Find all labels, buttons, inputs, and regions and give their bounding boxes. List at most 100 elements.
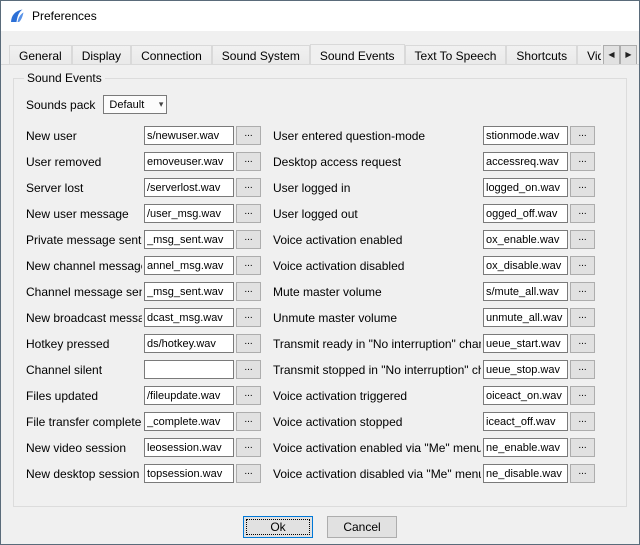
sound-event-label: New user message	[26, 207, 142, 221]
tab-connection[interactable]: Connection	[131, 45, 212, 64]
sound-file-input[interactable]	[483, 334, 568, 353]
sound-event-label: New user	[26, 129, 142, 143]
browse-button[interactable]: ...	[236, 412, 261, 431]
tab-sound-events[interactable]: Sound Events	[310, 44, 405, 65]
sound-event-label: Server lost	[26, 181, 142, 195]
sound-file-input[interactable]	[144, 178, 234, 197]
browse-button[interactable]: ...	[236, 386, 261, 405]
sound-event-label: File transfer complete	[26, 415, 142, 429]
tab-general[interactable]: General	[9, 45, 72, 64]
browse-button[interactable]: ...	[236, 438, 261, 457]
sound-file-input[interactable]	[483, 204, 568, 223]
window-title: Preferences	[32, 9, 97, 23]
sound-event-label: Voice activation stopped	[265, 415, 481, 429]
sound-file-input[interactable]	[483, 438, 568, 457]
titlebar: Preferences	[1, 1, 639, 31]
browse-button[interactable]: ...	[236, 334, 261, 353]
browse-button[interactable]: ...	[570, 386, 595, 405]
sound-file-input[interactable]	[483, 256, 568, 275]
tab-sound-system[interactable]: Sound System	[212, 45, 310, 64]
chevron-down-icon: ▾	[159, 99, 164, 110]
tab-bar: GeneralDisplayConnectionSound SystemSoun…	[1, 44, 639, 65]
sound-file-input[interactable]	[483, 126, 568, 145]
sound-event-label: Voice activation enabled	[265, 233, 481, 247]
dialog-footer: Ok Cancel	[1, 516, 639, 538]
sound-event-label: Private message sent	[26, 233, 142, 247]
sound-file-input[interactable]	[483, 308, 568, 327]
sound-file-input[interactable]	[483, 230, 568, 249]
browse-button[interactable]: ...	[570, 360, 595, 379]
sound-file-input[interactable]	[144, 308, 234, 327]
sound-event-label: User logged out	[265, 207, 481, 221]
sound-event-label: Channel silent	[26, 363, 142, 377]
sound-file-input[interactable]	[144, 282, 234, 301]
sound-file-input[interactable]	[144, 412, 234, 431]
sounds-pack-value: Default	[109, 99, 144, 111]
sound-event-label: Mute master volume	[265, 285, 481, 299]
sound-event-label: Transmit ready in "No interruption" chan…	[265, 337, 481, 351]
browse-button[interactable]: ...	[570, 256, 595, 275]
sound-file-input[interactable]	[483, 152, 568, 171]
browse-button[interactable]: ...	[570, 308, 595, 327]
ok-button[interactable]: Ok	[243, 516, 313, 538]
sound-event-label: Desktop access request	[265, 155, 481, 169]
sound-file-input[interactable]	[144, 126, 234, 145]
sound-event-label: Files updated	[26, 389, 142, 403]
tab-scroll-right-button[interactable]: ▶	[620, 45, 637, 65]
preferences-window: Preferences GeneralDisplayConnectionSoun…	[0, 0, 640, 545]
sounds-pack-row: Sounds pack Default ▾	[26, 95, 618, 114]
sound-file-input[interactable]	[483, 464, 568, 483]
browse-button[interactable]: ...	[570, 334, 595, 353]
browse-button[interactable]: ...	[570, 412, 595, 431]
sound-event-label: New channel message	[26, 259, 142, 273]
sound-event-label: New broadcast message	[26, 311, 142, 325]
browse-button[interactable]: ...	[236, 256, 261, 275]
sound-file-input[interactable]	[144, 360, 234, 379]
sounds-pack-select[interactable]: Default ▾	[103, 95, 167, 114]
browse-button[interactable]: ...	[236, 126, 261, 145]
sound-file-input[interactable]	[483, 178, 568, 197]
sound-file-input[interactable]	[483, 386, 568, 405]
browse-button[interactable]: ...	[236, 282, 261, 301]
sound-file-input[interactable]	[144, 256, 234, 275]
browse-button[interactable]: ...	[236, 360, 261, 379]
sound-event-label: Channel message sent	[26, 285, 142, 299]
sound-file-input[interactable]	[144, 204, 234, 223]
browse-button[interactable]: ...	[236, 204, 261, 223]
sound-event-label: Voice activation triggered	[265, 389, 481, 403]
browse-button[interactable]: ...	[570, 282, 595, 301]
cancel-button[interactable]: Cancel	[327, 516, 397, 538]
sound-events-group: Sound Events Sounds pack Default ▾ New u…	[13, 71, 627, 507]
browse-button[interactable]: ...	[570, 438, 595, 457]
sound-file-input[interactable]	[144, 438, 234, 457]
browse-button[interactable]: ...	[236, 464, 261, 483]
sound-file-input[interactable]	[483, 282, 568, 301]
tab-text-to-speech[interactable]: Text To Speech	[405, 45, 507, 64]
browse-button[interactable]: ...	[570, 178, 595, 197]
browse-button[interactable]: ...	[570, 204, 595, 223]
sound-event-label: Voice activation disabled	[265, 259, 481, 273]
sound-event-label: New video session	[26, 441, 142, 455]
sound-file-input[interactable]	[144, 464, 234, 483]
browse-button[interactable]: ...	[236, 152, 261, 171]
browse-button[interactable]: ...	[570, 230, 595, 249]
browse-button[interactable]: ...	[236, 230, 261, 249]
browse-button[interactable]: ...	[570, 152, 595, 171]
sound-event-label: Unmute master volume	[265, 311, 481, 325]
sound-file-input[interactable]	[483, 360, 568, 379]
sound-event-label: User entered question-mode	[265, 129, 481, 143]
group-title: Sound Events	[24, 71, 105, 85]
sound-file-input[interactable]	[483, 412, 568, 431]
tab-display[interactable]: Display	[72, 45, 131, 64]
sound-file-input[interactable]	[144, 230, 234, 249]
tab-scroll-left-button[interactable]: ◀	[603, 45, 620, 65]
sound-file-input[interactable]	[144, 334, 234, 353]
browse-button[interactable]: ...	[236, 308, 261, 327]
sound-file-input[interactable]	[144, 386, 234, 405]
browse-button[interactable]: ...	[236, 178, 261, 197]
tab-shortcuts[interactable]: Shortcuts	[506, 45, 577, 64]
sound-event-label: User removed	[26, 155, 142, 169]
browse-button[interactable]: ...	[570, 126, 595, 145]
sound-file-input[interactable]	[144, 152, 234, 171]
browse-button[interactable]: ...	[570, 464, 595, 483]
